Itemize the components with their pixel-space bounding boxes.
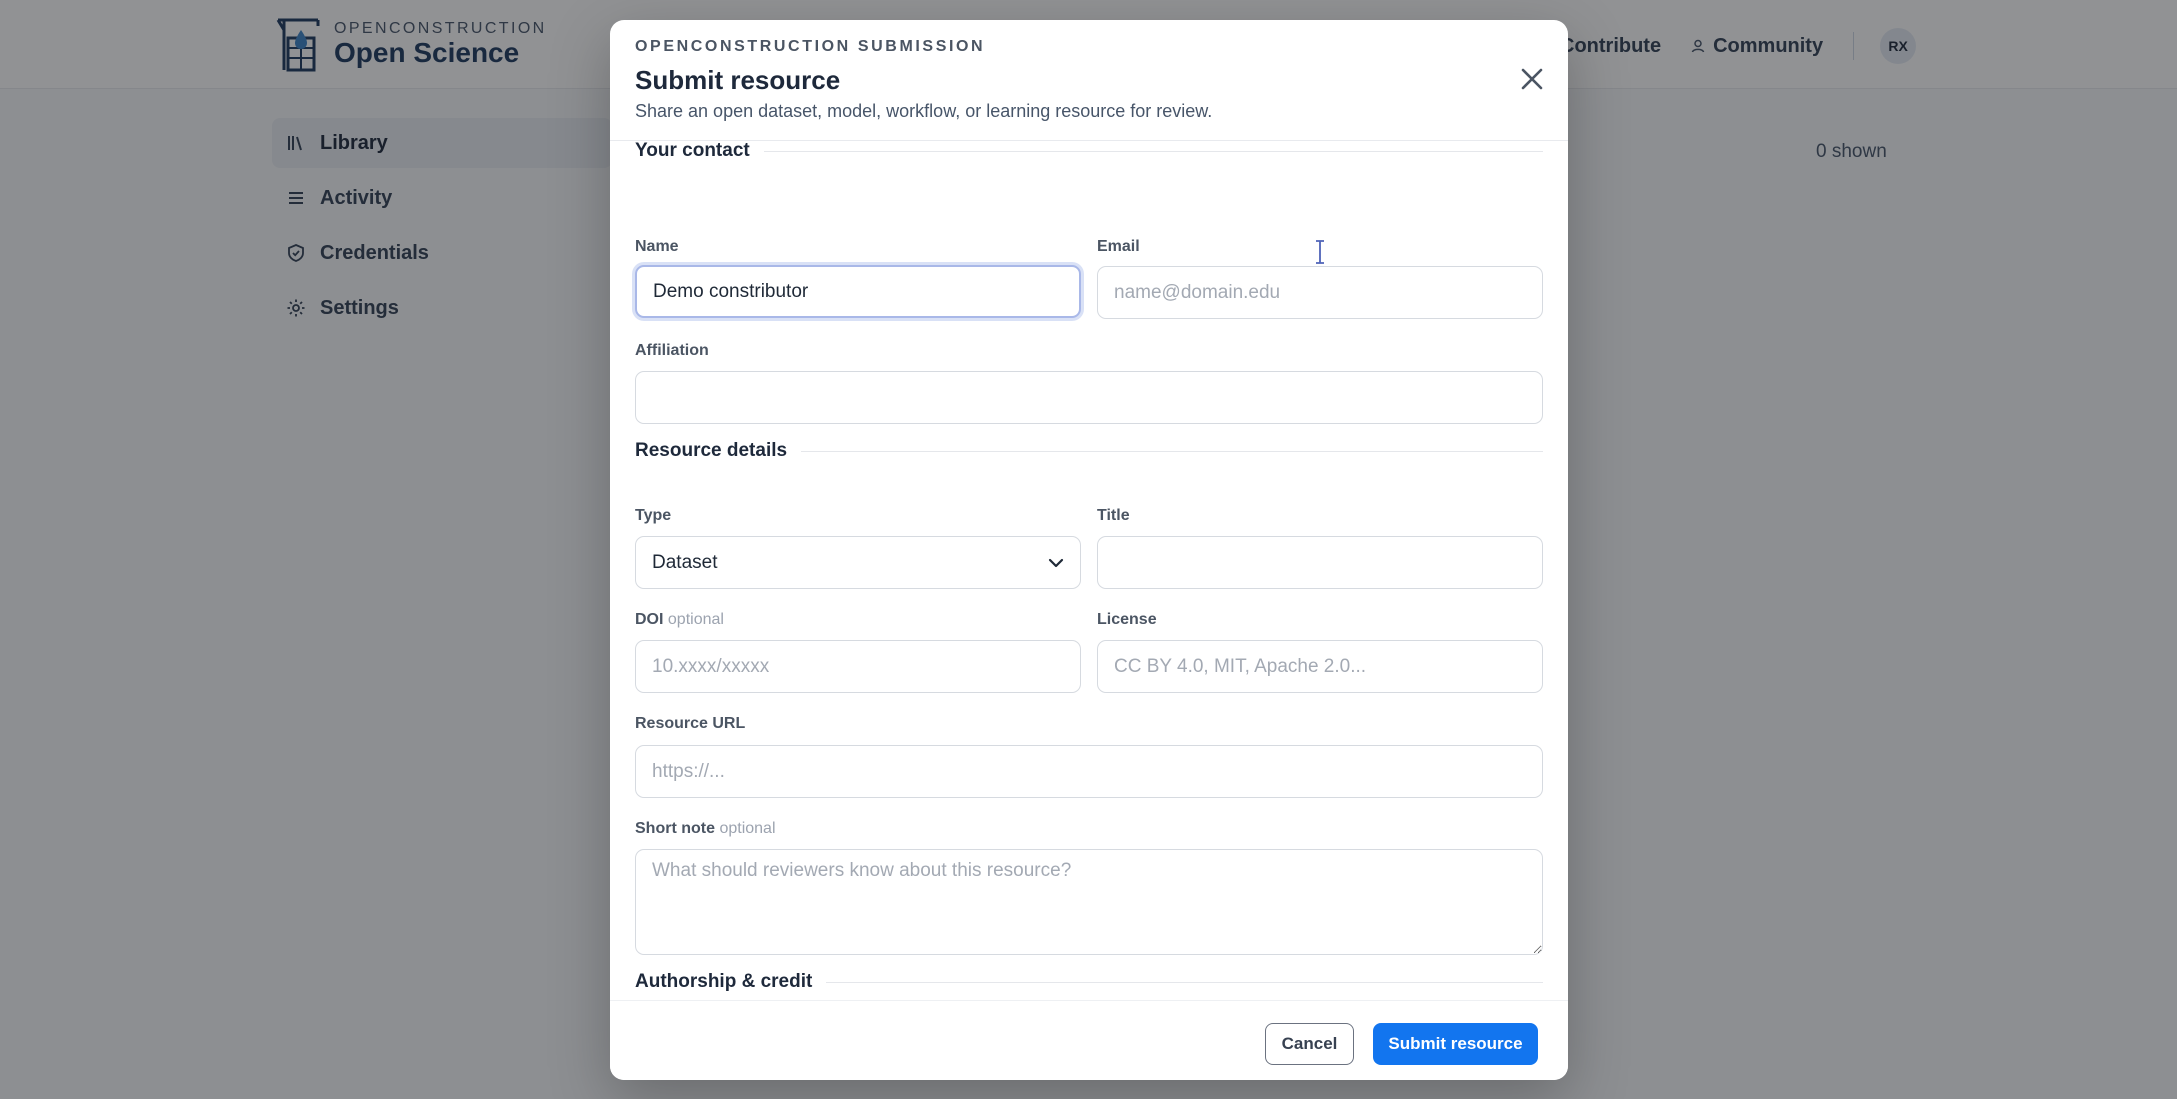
doi-input[interactable]	[635, 640, 1081, 693]
section-details-title: Resource details	[635, 440, 788, 461]
section-divider	[801, 450, 1543, 452]
email-input[interactable]	[1097, 266, 1543, 319]
dialog-header: OPENCONSTRUCTION SUBMISSION Submit resou…	[610, 20, 1568, 141]
section-details: Resource details	[635, 440, 1543, 462]
type-label: Type	[635, 507, 672, 524]
chevron-down-icon	[1048, 558, 1064, 567]
short-note-label-text: Short note	[635, 820, 715, 837]
text-cursor-icon	[1316, 240, 1324, 264]
short-note-textarea[interactable]	[635, 849, 1543, 955]
section-contact-title: Your contact	[635, 142, 750, 161]
license-input[interactable]	[1097, 640, 1543, 693]
section-divider	[763, 150, 1543, 152]
type-select[interactable]: Dataset	[635, 536, 1081, 589]
submit-resource-dialog: OPENCONSTRUCTION SUBMISSION Submit resou…	[610, 20, 1568, 1080]
dialog-kicker: OPENCONSTRUCTION SUBMISSION	[635, 38, 986, 55]
dialog-subtitle: Share an open dataset, model, workflow, …	[635, 101, 1213, 121]
doi-label: DOI optional	[635, 611, 724, 629]
affiliation-input[interactable]	[635, 371, 1543, 424]
section-divider	[826, 981, 1543, 983]
section-authorship: Authorship & credit	[635, 971, 1543, 993]
close-icon[interactable]	[1516, 63, 1548, 95]
license-label: License	[1097, 611, 1157, 628]
doi-label-text: DOI	[635, 611, 664, 628]
resource-url-input[interactable]	[635, 745, 1543, 798]
dialog-body[interactable]: Your contact Name Email Affiliation Reso…	[610, 142, 1568, 1000]
resource-url-label: Resource URL	[635, 715, 746, 732]
short-note-optional-tag: optional	[719, 820, 776, 837]
name-input[interactable]	[635, 265, 1081, 318]
section-authorship-title: Authorship & credit	[635, 971, 813, 992]
dialog-footer: Cancel Submit resource	[610, 1000, 1568, 1080]
short-note-label: Short note optional	[635, 820, 776, 838]
title-input[interactable]	[1097, 536, 1543, 589]
type-select-value: Dataset	[652, 551, 718, 573]
name-label: Name	[635, 238, 679, 255]
submit-resource-button[interactable]: Submit resource	[1373, 1023, 1538, 1065]
cancel-button[interactable]: Cancel	[1265, 1023, 1354, 1065]
doi-optional-tag: optional	[667, 611, 724, 628]
section-contact: Your contact	[635, 142, 1543, 162]
affiliation-label: Affiliation	[635, 342, 709, 359]
title-label: Title	[1097, 507, 1130, 524]
email-label: Email	[1097, 238, 1140, 255]
dialog-title: Submit resource	[635, 65, 841, 95]
